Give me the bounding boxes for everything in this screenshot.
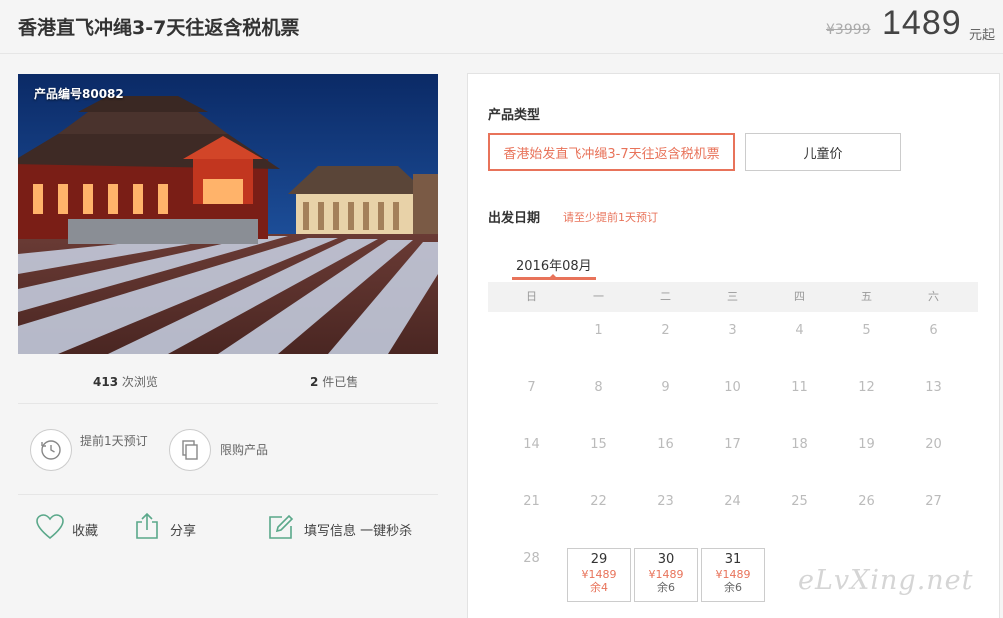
sold-stat: 2 件已售 — [310, 373, 358, 390]
okinawa-castle-image — [18, 74, 438, 354]
calendar-weekday-header: 日 一 二 三 四 五 六 — [488, 282, 978, 312]
product-actions: 收藏 分享 填写信息 一键秒杀 — [18, 496, 438, 566]
calendar-day: 10 — [724, 380, 741, 395]
available-day-number: 31 — [724, 552, 742, 567]
calendar-day: 1 — [594, 323, 603, 338]
option-child-price[interactable]: 儿童价 — [745, 133, 901, 171]
product-title: 香港直飞冲绳3-7天往返含税机票 — [18, 17, 300, 39]
product-code: 产品编号80082 — [34, 87, 124, 101]
edit-icon[interactable] — [268, 514, 294, 544]
clock-icon — [30, 429, 72, 471]
page-header: 香港直飞冲绳3-7天往返含税机票 ¥3999 1489 元起 — [0, 0, 1003, 54]
calendar-day: 26 — [858, 494, 875, 509]
calendar-day: 8 — [594, 380, 603, 395]
sold-count: 2 — [310, 375, 319, 389]
available-day-number: 30 — [657, 552, 675, 567]
advance-booking-note: 请至少提前1天预订 — [563, 211, 658, 224]
calendar-day: 17 — [724, 437, 741, 452]
calendar-day: 5 — [862, 323, 871, 338]
site-watermark: eLvXing.net — [798, 565, 974, 596]
calendar-day: 4 — [795, 323, 804, 338]
weekday-fri: 五 — [861, 290, 872, 303]
advance-booking-text: 提前1天预订 — [80, 434, 148, 448]
sold-label: 件已售 — [322, 375, 359, 389]
fill-info-button[interactable]: 填写信息 一键秒杀 — [304, 520, 412, 539]
favorite-button[interactable]: 收藏 — [72, 520, 98, 539]
views-stat: 413 次浏览 — [93, 373, 158, 390]
calendar-day-available[interactable]: 30 ¥1489 余6 — [634, 548, 698, 602]
month-tab-caret — [549, 274, 557, 278]
available-day-remaining: 余4 — [590, 581, 608, 594]
calendar-day: 23 — [657, 494, 674, 509]
weekday-sun: 日 — [526, 290, 537, 303]
weekday-thu: 四 — [794, 290, 805, 303]
product-stats: 413 次浏览 2 件已售 — [18, 364, 438, 404]
heart-icon[interactable] — [36, 514, 64, 544]
calendar-day: 27 — [925, 494, 942, 509]
calendar-day: 12 — [858, 380, 875, 395]
original-price: ¥3999 — [826, 22, 871, 38]
weekday-mon: 一 — [593, 290, 604, 303]
calendar-day: 3 — [728, 323, 737, 338]
share-button[interactable]: 分享 — [170, 520, 196, 539]
calendar-day: 2 — [661, 323, 670, 338]
calendar-day: 6 — [929, 323, 938, 338]
calendar-day: 14 — [523, 437, 540, 452]
limited-purchase-text: 限购产品 — [220, 443, 269, 457]
calendar-day: 18 — [791, 437, 808, 452]
available-day-price: ¥1489 — [648, 568, 684, 581]
calendar-day: 16 — [657, 437, 674, 452]
calendar-day: 21 — [523, 494, 540, 509]
option-adult-ticket[interactable]: 香港始发直飞冲绳3-7天往返含税机票 — [488, 133, 735, 171]
calendar-month-tab[interactable]: 2016年08月 — [516, 255, 592, 274]
calendar-day: 11 — [791, 380, 808, 395]
calendar-day: 28 — [523, 551, 540, 566]
available-day-remaining: 余6 — [724, 581, 742, 594]
weekday-tue: 二 — [660, 290, 671, 303]
views-label: 次浏览 — [121, 375, 158, 389]
available-day-price: ¥1489 — [715, 568, 751, 581]
product-features: 提前1天预订 限购产品 — [18, 405, 438, 495]
weekday-wed: 三 — [727, 290, 738, 303]
views-count: 413 — [93, 375, 119, 389]
documents-icon — [169, 429, 211, 471]
product-type-label: 产品类型 — [488, 108, 541, 123]
weekday-sat: 六 — [928, 290, 939, 303]
product-photo: 产品编号80082 — [18, 74, 438, 354]
calendar-day-available[interactable]: 31 ¥1489 余6 — [701, 548, 765, 602]
booking-panel: 产品类型 香港始发直飞冲绳3-7天往返含税机票 儿童价 出发日期 请至少提前1天… — [467, 73, 1000, 618]
available-day-price: ¥1489 — [581, 568, 617, 581]
calendar-day: 9 — [661, 380, 670, 395]
calendar-day: 24 — [724, 494, 741, 509]
calendar-day: 25 — [791, 494, 808, 509]
calendar-day: 15 — [590, 437, 607, 452]
calendar-day: 19 — [858, 437, 875, 452]
current-price: 1489 — [882, 4, 962, 42]
calendar-day: 13 — [925, 380, 942, 395]
price-unit: 元起 — [969, 28, 996, 43]
available-day-remaining: 余6 — [657, 581, 675, 594]
calendar-day-available[interactable]: 29 ¥1489 余4 — [567, 548, 631, 602]
calendar-day: 20 — [925, 437, 942, 452]
departure-date-label: 出发日期 — [488, 211, 541, 226]
calendar-day: 22 — [590, 494, 607, 509]
available-day-number: 29 — [590, 552, 608, 567]
share-icon[interactable] — [134, 512, 160, 544]
calendar-day: 7 — [527, 380, 536, 395]
